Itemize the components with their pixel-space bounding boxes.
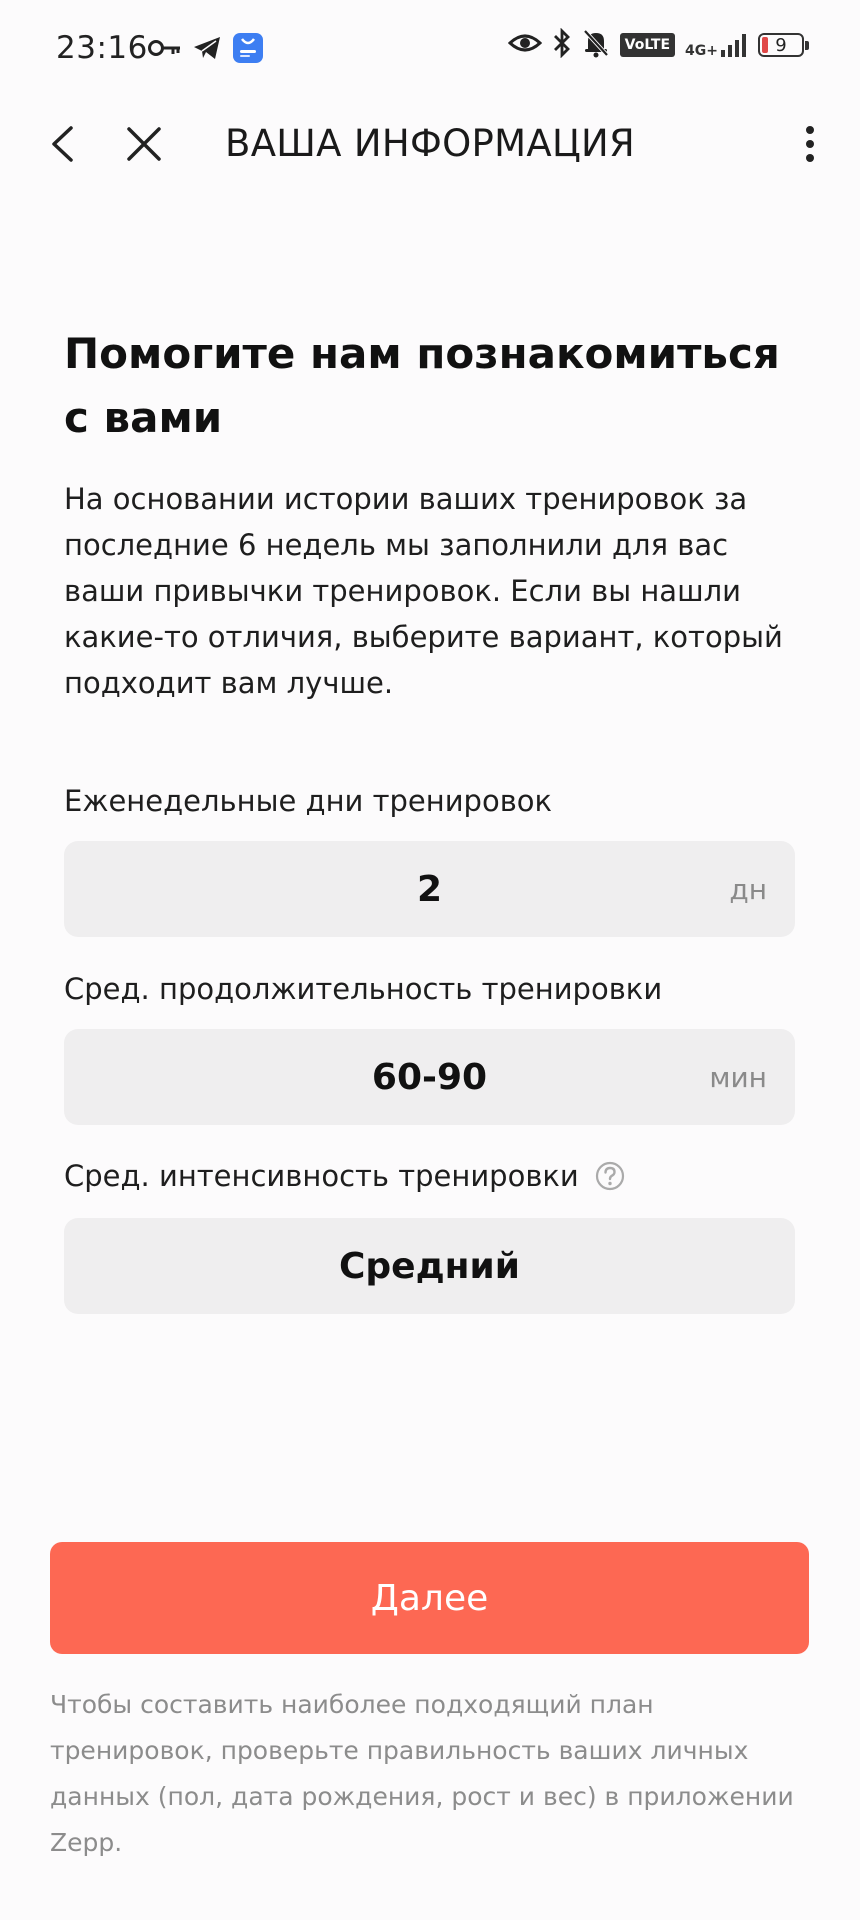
avg-duration-unit: мин: [709, 1060, 767, 1094]
field-label-text: Сред. продолжительность тренировки: [64, 972, 663, 1006]
next-button[interactable]: Далее: [50, 1542, 809, 1654]
avg-duration-selector[interactable]: 60-90 мин: [64, 1029, 795, 1125]
field-label-text: Сред. интенсивность тренировки: [64, 1159, 579, 1193]
avg-intensity-selector[interactable]: Средний: [64, 1218, 795, 1314]
key-icon: [148, 37, 182, 63]
weekly-days-value: 2: [416, 868, 443, 910]
battery-icon: 9: [758, 33, 809, 57]
page-title: ВАША ИНФОРМАЦИЯ: [225, 122, 635, 165]
weekly-days-unit: дн: [729, 872, 767, 906]
volte-badge: VoLTE: [619, 33, 676, 57]
top-navigation: ВАША ИНФОРМАЦИЯ: [0, 96, 860, 192]
battery-fill: [762, 37, 768, 53]
app-notification-icon: [232, 32, 264, 68]
signal-icon: 4G+: [685, 32, 748, 58]
field-label-text: Еженедельные дни тренировок: [64, 784, 553, 818]
eye-icon: [507, 31, 542, 59]
avg-duration-label: Сред. продолжительность тренировки: [64, 972, 662, 1006]
avg-intensity-label: Сред. интенсивность тренировки: [64, 1159, 625, 1193]
status-right-icons: VoLTE 4G+ 9: [507, 27, 809, 62]
status-time: 23:16: [56, 30, 148, 66]
avg-intensity-value: Средний: [338, 1245, 520, 1287]
more-vertical-icon: [806, 126, 814, 162]
weekly-days-selector[interactable]: 2 дн: [64, 841, 795, 937]
status-left-icons: [148, 32, 264, 68]
more-options-button[interactable]: [798, 120, 822, 168]
footer-note: Чтобы составить наиболее подходящий план…: [50, 1690, 794, 1857]
screen: 23:16 VoLTE 4G+ 9 ВАША ИНФОРМАЦИЯ Помоги…: [0, 0, 860, 1920]
question-circle-icon[interactable]: [595, 1161, 625, 1191]
main-heading: Помогите нам познакомиться с вами: [64, 329, 780, 442]
network-type: 4G+: [685, 43, 718, 59]
bell-muted-icon: [582, 28, 610, 62]
description-text: На основании истории ваших тренировок за…: [64, 482, 783, 700]
status-bar: 23:16 VoLTE 4G+ 9: [0, 0, 860, 96]
telegram-icon: [192, 35, 222, 65]
bluetooth-icon: [552, 27, 572, 62]
weekly-days-label: Еженедельные дни тренировок: [64, 784, 552, 818]
battery-level: 9: [775, 34, 787, 56]
avg-duration-value: 60-90: [371, 1056, 488, 1098]
